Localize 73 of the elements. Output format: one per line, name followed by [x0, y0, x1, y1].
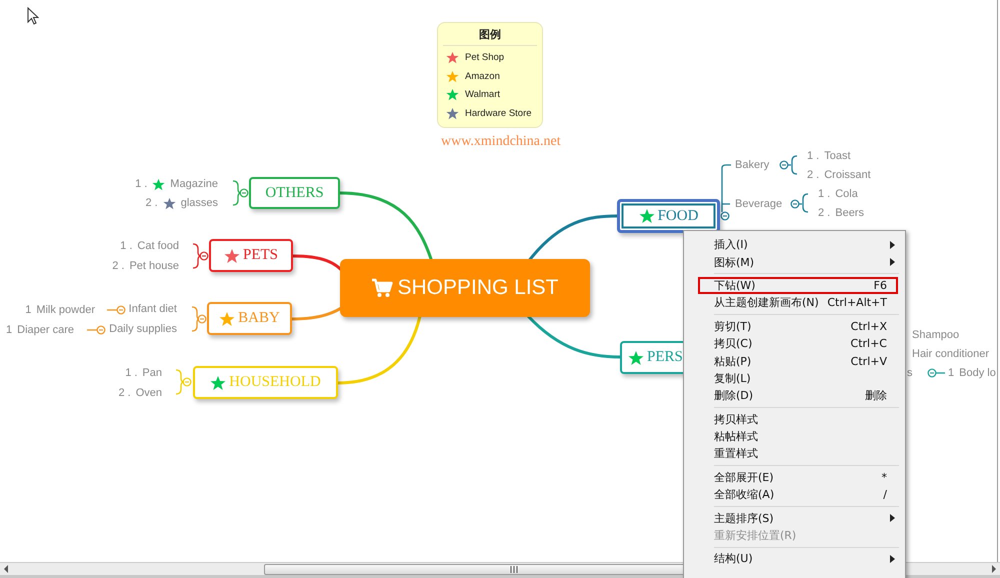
subtopic-label[interactable]: Shampoo — [912, 329, 960, 341]
subtopic-label[interactable]: glasses — [180, 197, 218, 209]
connector-drawing — [928, 368, 945, 378]
item-number: 2 . — [118, 387, 131, 399]
menu-item[interactable]: 粘帖样式 — [686, 428, 903, 446]
topic-label: BABY — [238, 310, 280, 327]
item-number: 2 . — [807, 169, 820, 181]
legend-title: 图例 — [479, 27, 501, 42]
legend-label: Amazon — [465, 70, 500, 82]
menu-item[interactable]: 图标(M) — [686, 253, 903, 271]
subtopic-label[interactable]: Cat food — [137, 240, 179, 252]
menu-item[interactable]: 全部收缩(A) / — [686, 486, 903, 504]
subtopic-label[interactable]: s — [907, 367, 912, 379]
mouse-cursor-icon — [27, 7, 39, 25]
subtopic-label[interactable]: Pan — [142, 367, 162, 379]
menu-item[interactable]: 拷贝样式 — [686, 410, 903, 428]
menu-item[interactable]: 全部展开(E) * — [686, 468, 903, 486]
item-number: 1 — [6, 324, 12, 336]
subtopic-label[interactable]: Bakery — [735, 159, 770, 171]
connector-drawing — [232, 180, 248, 206]
subtopic-label[interactable]: Beers — [835, 207, 864, 219]
legend-label: Hardware Store — [465, 108, 532, 120]
topic-label: HOUSEHOLD — [229, 374, 321, 391]
menu-item[interactable]: 剪切(T) Ctrl+X — [686, 318, 903, 335]
item-number: 1 . — [120, 240, 132, 252]
scroll-left-icon[interactable] — [3, 565, 9, 573]
subtopic-label[interactable]: Body lo — [959, 367, 996, 379]
grip-icon — [510, 566, 518, 572]
item-number: 1 . — [125, 367, 138, 379]
topic-box[interactable]: BABY — [207, 302, 292, 335]
item-number: 1 — [25, 304, 32, 316]
connector-drawing — [192, 243, 208, 269]
menu-item[interactable]: 重置样式 — [686, 445, 903, 463]
menu-item[interactable]: 下钻(W) F6 — [698, 276, 898, 294]
menu-item[interactable]: 从主题创建新画布(N) Ctrl+Alt+T — [686, 294, 903, 312]
topic-box[interactable]: PETS — [209, 239, 293, 272]
subtopic-label[interactable]: Toast — [824, 150, 851, 162]
subtopic-label[interactable]: Oven — [136, 387, 162, 399]
cart-icon — [371, 278, 394, 298]
topic-label: SHOPPING LIST — [397, 276, 559, 300]
item-number: 2 . — [818, 207, 830, 219]
subtopic-label[interactable]: Daily supplies — [109, 323, 177, 335]
site-note: www.xmindchina.net — [441, 134, 561, 150]
topic-label: OTHERS — [265, 184, 324, 202]
subtopic-label[interactable]: Croissant — [824, 169, 871, 181]
subtopic-label[interactable]: Infant diet — [128, 303, 177, 315]
menu-item[interactable]: 结构(U) — [686, 550, 903, 568]
legend-label: Walmart — [465, 89, 500, 100]
subtopic-label[interactable]: Cola — [835, 188, 858, 200]
topic-box[interactable]: OTHERS — [249, 177, 340, 209]
item-number: 1 . — [818, 188, 830, 200]
subtopic-label[interactable]: Hair conditioner — [912, 348, 990, 360]
central-topic[interactable]: SHOPPING LIST — [340, 259, 590, 317]
subtopic-label[interactable]: Milk powder — [36, 304, 95, 316]
connector-drawing — [176, 369, 192, 395]
menu-item[interactable]: 删除(D) 删除 — [686, 387, 903, 405]
item-number: 1 . — [135, 178, 148, 190]
topic-label: FOOD — [658, 208, 698, 224]
item-number: 2 . — [145, 197, 158, 209]
item-number: 1 . — [807, 150, 820, 162]
legend-label: Pet Shop — [465, 52, 504, 63]
topic-box[interactable]: FOOD — [617, 199, 720, 233]
subtopic-label[interactable]: Diaper care — [17, 324, 74, 336]
menu-item[interactable]: 主题排序(S) — [686, 509, 903, 527]
topic-label: PERS — [647, 349, 683, 366]
item-number: 1 — [948, 367, 954, 379]
topic-label: PETS — [242, 247, 278, 264]
subtopic-label[interactable]: Magazine — [170, 178, 218, 190]
item-number: 2 . — [112, 260, 124, 272]
scroll-right-icon[interactable] — [991, 565, 997, 573]
subtopic-label[interactable]: Pet house — [129, 260, 179, 272]
subtopic-label[interactable]: Beverage — [735, 198, 782, 210]
menu-item[interactable]: 插入(I) — [686, 236, 903, 254]
